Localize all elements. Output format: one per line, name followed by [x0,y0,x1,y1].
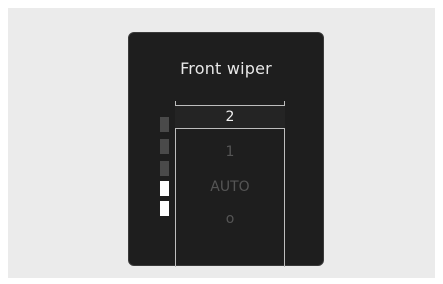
wiper-option-1[interactable]: 1 [175,141,285,163]
level-segment-5 [160,117,169,132]
level-segment-4 [160,139,169,154]
wiper-option-2[interactable]: 2 [175,105,285,129]
level-segment-3 [160,161,169,176]
level-segment-1 [160,201,169,216]
wiper-option-off[interactable]: o [175,208,285,230]
level-segment-2 [160,181,169,196]
wiper-option-auto[interactable]: AUTO [175,176,285,198]
front-wiper-panel: Front wiper 2 1 AUTO o [128,32,324,267]
panel-title: Front wiper [180,59,272,78]
